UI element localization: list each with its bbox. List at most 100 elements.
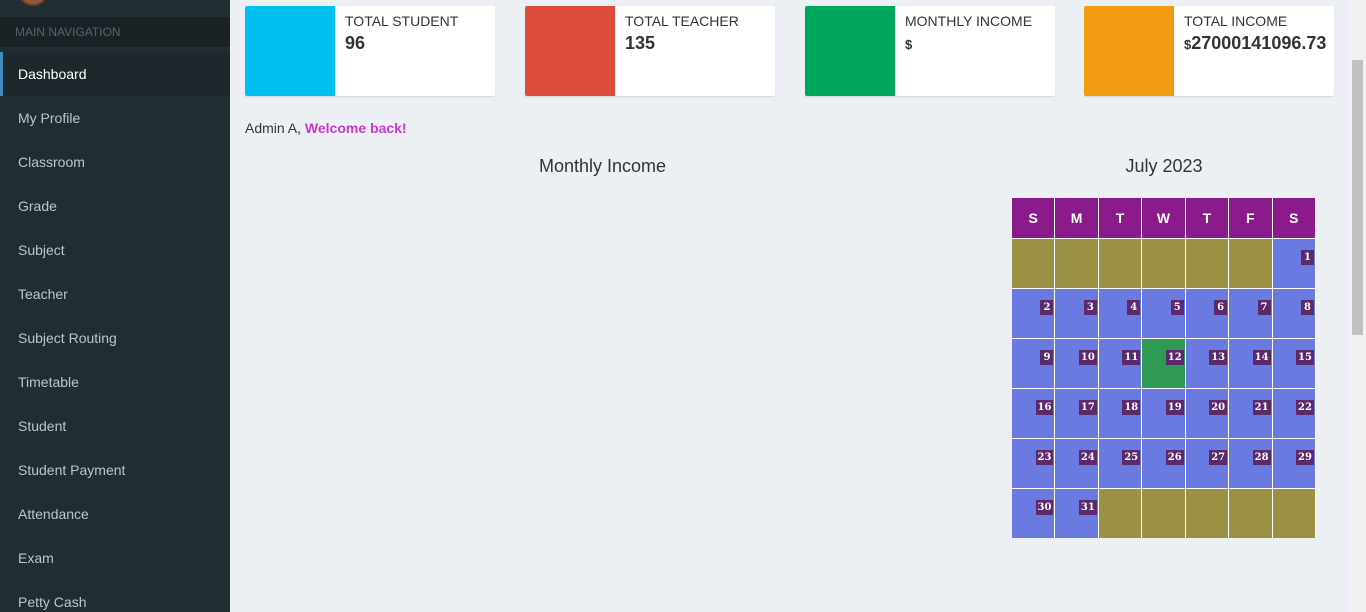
calendar-day-number: 21 — [1252, 400, 1271, 415]
calendar-day-number: 10 — [1078, 350, 1097, 365]
stat-label: TOTAL STUDENT — [345, 13, 459, 29]
calendar-empty-cell — [1098, 488, 1143, 538]
sidebar-item-grade[interactable]: Grade — [0, 184, 230, 228]
stat-icon — [245, 6, 335, 96]
calendar-empty-cell — [1012, 238, 1056, 288]
calendar-day-number: 6 — [1214, 300, 1228, 315]
calendar-weekday-row: SMTWTFS — [1012, 198, 1316, 238]
sidebar-item-subject-routing[interactable]: Subject Routing — [0, 316, 230, 360]
calendar-day-cell[interactable]: 1 — [1272, 238, 1316, 288]
sidebar-item-student-payment[interactable]: Student Payment — [0, 448, 230, 492]
calendar-day-cell[interactable]: 8 — [1272, 288, 1316, 338]
calendar-day-cell[interactable]: 25 — [1098, 438, 1143, 488]
sidebar-item-exam[interactable]: Exam — [0, 536, 230, 580]
calendar-day-number: 28 — [1252, 450, 1271, 465]
calendar-day-number: 18 — [1122, 400, 1141, 415]
calendar-day-cell[interactable]: 13 — [1185, 338, 1230, 388]
sidebar-item-attendance[interactable]: Attendance — [0, 492, 230, 536]
calendar-week-row: 1 — [1012, 238, 1316, 288]
calendar-day-cell[interactable]: 18 — [1098, 388, 1143, 438]
calendar-day-cell[interactable]: 11 — [1098, 338, 1143, 388]
calendar-day-number: 27 — [1209, 450, 1228, 465]
calendar-day-number: 12 — [1165, 350, 1184, 365]
calendar-day-cell[interactable]: 24 — [1055, 438, 1099, 488]
calendar-weekday: F — [1229, 198, 1273, 238]
calendar-day-cell[interactable]: 15 — [1272, 338, 1316, 388]
calendar-day-cell[interactable]: 27 — [1185, 438, 1230, 488]
calendar-empty-cell — [1142, 238, 1186, 288]
calendar-weekday: W — [1142, 198, 1186, 238]
calendar-day-number: 19 — [1165, 400, 1184, 415]
calendar-week-row: 9 10 11 12 13 14 15 — [1012, 338, 1316, 388]
stat-value: $ — [905, 37, 913, 52]
sidebar-item-subject[interactable]: Subject — [0, 228, 230, 272]
calendar-day-cell[interactable]: 9 — [1012, 338, 1056, 388]
calendar-empty-cell — [1272, 488, 1316, 538]
welcome-user: Admin A, — [245, 120, 302, 136]
calendar-day-cell[interactable]: 4 — [1098, 288, 1143, 338]
sidebar-item-timetable[interactable]: Timetable — [0, 360, 230, 404]
calendar-empty-cell — [1055, 238, 1099, 288]
calendar-week-row: 16 17 18 19 20 21 22 — [1012, 388, 1316, 438]
calendar-day-cell[interactable]: 20 — [1185, 388, 1230, 438]
calendar-weekday: T — [1098, 198, 1143, 238]
calendar-day-number: 14 — [1252, 350, 1271, 365]
calendar-day-cell[interactable]: 23 — [1012, 438, 1056, 488]
calendar-day-cell[interactable]: 7 — [1229, 288, 1273, 338]
scrollbar[interactable] — [1349, 0, 1366, 612]
welcome-message: Admin A, Welcome back! — [245, 120, 407, 136]
calendar-day-number: 5 — [1170, 300, 1184, 315]
calendar-day-cell[interactable]: 14 — [1229, 338, 1273, 388]
stat-label: TOTAL TEACHER — [625, 13, 739, 29]
sidebar-item-classroom[interactable]: Classroom — [0, 140, 230, 184]
nav-list: Dashboard My Profile Classroom Grade Sub… — [0, 52, 230, 612]
calendar-day-cell[interactable]: 21 — [1229, 388, 1273, 438]
calendar-weekday: S — [1272, 198, 1316, 238]
avatar[interactable] — [18, 0, 48, 6]
calendar-day-cell[interactable]: 30 — [1012, 488, 1056, 538]
calendar-empty-cell — [1098, 238, 1143, 288]
calendar-day-number: 16 — [1035, 400, 1054, 415]
sidebar: MAIN NAVIGATION Dashboard My Profile Cla… — [0, 0, 230, 612]
stat-value: 96 — [345, 33, 366, 53]
calendar-empty-cell — [1185, 238, 1230, 288]
calendar-day-cell[interactable]: 22 — [1272, 388, 1316, 438]
calendar-day-number: 13 — [1209, 350, 1228, 365]
stat-value: 135 — [625, 33, 656, 53]
calendar-day-cell[interactable]: 28 — [1229, 438, 1273, 488]
calendar-day-number: 3 — [1083, 300, 1097, 315]
calendar-day-number: 20 — [1209, 400, 1228, 415]
nav-header: MAIN NAVIGATION — [0, 17, 230, 47]
calendar-day-cell[interactable]: 5 — [1142, 288, 1186, 338]
calendar-day-number: 24 — [1078, 450, 1097, 465]
stat-icon — [805, 6, 895, 96]
calendar-day-number: 22 — [1296, 400, 1314, 415]
calendar-day-cell[interactable]: 12 — [1142, 338, 1186, 388]
sidebar-item-my-profile[interactable]: My Profile — [0, 96, 230, 140]
calendar-day-number: 23 — [1035, 450, 1054, 465]
calendar-week-row: 23 24 25 26 27 28 29 — [1012, 438, 1316, 488]
calendar-empty-cell — [1229, 488, 1273, 538]
stat-value: $27000141096.73 — [1184, 33, 1327, 53]
calendar-day-cell[interactable]: 26 — [1142, 438, 1186, 488]
sidebar-item-dashboard[interactable]: Dashboard — [0, 52, 230, 96]
calendar-day-cell[interactable]: 16 — [1012, 388, 1056, 438]
stat-card-total-income: TOTAL INCOME $27000141096.73 — [1084, 6, 1334, 96]
sidebar-item-teacher[interactable]: Teacher — [0, 272, 230, 316]
calendar-day-cell[interactable]: 3 — [1055, 288, 1099, 338]
calendar-day-cell[interactable]: 10 — [1055, 338, 1099, 388]
calendar-day-cell[interactable]: 19 — [1142, 388, 1186, 438]
sidebar-item-petty-cash[interactable]: Petty Cash — [0, 580, 230, 612]
calendar-week-row: 30 31 — [1012, 488, 1316, 538]
sidebar-item-student[interactable]: Student — [0, 404, 230, 448]
calendar-weekday: T — [1185, 198, 1230, 238]
calendar-day-cell[interactable]: 6 — [1185, 288, 1230, 338]
calendar-day-cell[interactable]: 2 — [1012, 288, 1056, 338]
calendar-day-number: 15 — [1296, 350, 1314, 365]
calendar-day-number: 25 — [1122, 450, 1141, 465]
calendar-day-cell[interactable]: 31 — [1055, 488, 1099, 538]
scrollbar-thumb[interactable] — [1352, 60, 1363, 335]
calendar-day-cell[interactable]: 17 — [1055, 388, 1099, 438]
calendar-day-number: 9 — [1040, 350, 1054, 365]
calendar-day-cell[interactable]: 29 — [1272, 438, 1316, 488]
